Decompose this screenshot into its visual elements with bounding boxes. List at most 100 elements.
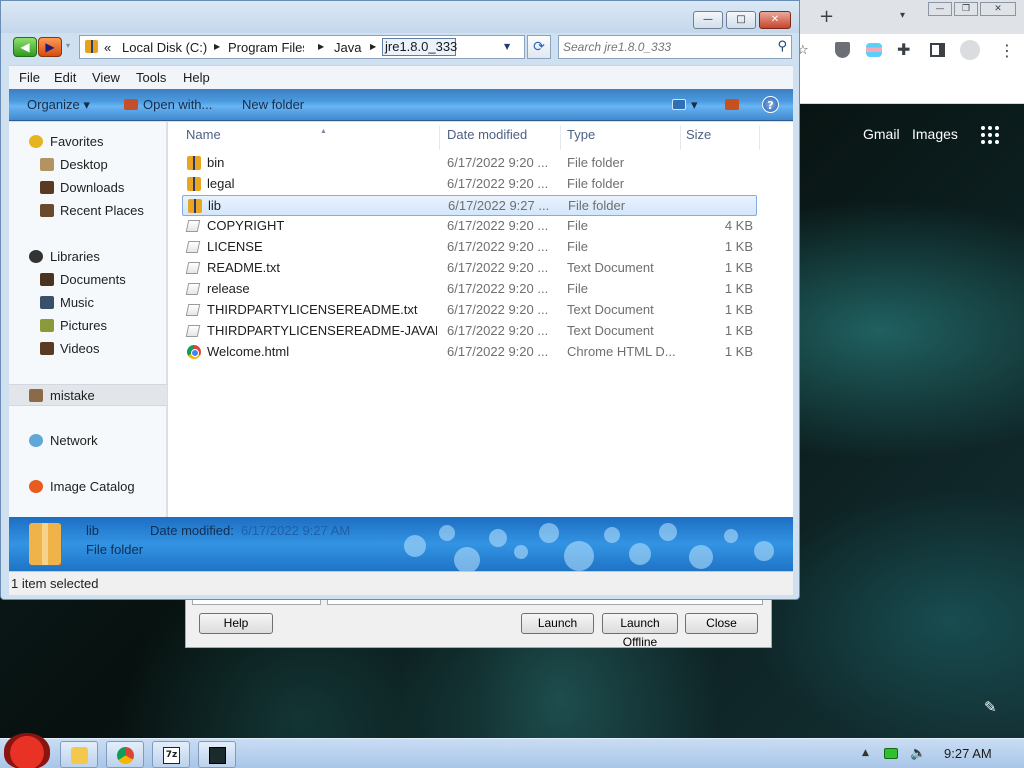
documents-icon (40, 273, 54, 286)
address-dropdown-icon[interactable]: ▼ (504, 42, 510, 51)
search-box[interactable]: ⚲ (558, 35, 792, 59)
volume-icon[interactable]: 🔈 (910, 746, 926, 761)
column-header-name[interactable]: Name ▲ (182, 126, 440, 150)
file-type: Text Document (567, 302, 654, 317)
change-view-button[interactable]: ▾ (672, 97, 698, 113)
favorites-star-icon (29, 135, 43, 148)
nav-documents[interactable]: Documents (9, 270, 167, 290)
title-bar[interactable]: — □ ✕ (1, 1, 799, 33)
taskbar-7zip-button[interactable]: 7z (152, 741, 190, 768)
new-folder-button[interactable]: New folder (242, 97, 304, 112)
google-apps-icon[interactable] (981, 126, 999, 144)
side-panel-icon[interactable] (930, 43, 945, 57)
breadcrumb-java[interactable]: Java (334, 40, 361, 55)
maximize-button[interactable]: □ (726, 11, 756, 29)
breadcrumb-arrow-icon[interactable]: ▶ (214, 42, 220, 51)
search-input[interactable] (563, 39, 763, 55)
breadcrumb-local-disk[interactable]: Local Disk (C:) (122, 40, 207, 55)
chrome-restore-icon[interactable]: ❐ (954, 2, 978, 16)
decor-bubble (489, 529, 507, 547)
launch-offline-button[interactable]: Launch Offline (602, 613, 678, 649)
nav-favorites[interactable]: Favorites (9, 132, 167, 152)
help-icon[interactable]: ? (762, 96, 779, 113)
customize-pencil-icon[interactable]: ✎ (984, 698, 997, 716)
start-button-angry-bird-icon[interactable] (4, 733, 50, 768)
battery-icon[interactable] (884, 748, 898, 759)
nav-desktop[interactable]: Desktop (9, 155, 167, 175)
nav-network[interactable]: Network (9, 431, 167, 451)
table-row[interactable]: lib 6/17/2022 9:27 ... File folder (182, 195, 757, 216)
menu-view[interactable]: View (92, 70, 120, 85)
nav-recent-places[interactable]: Recent Places (9, 201, 167, 221)
nav-mistake-label: mistake (50, 388, 95, 403)
launcher-dialog: Help Launch Launch Offline Close (185, 596, 772, 649)
refresh-button[interactable]: ⟳ (527, 35, 551, 59)
file-size: 1 KB (724, 281, 753, 296)
search-icon[interactable]: ⚲ (777, 39, 787, 54)
close-button[interactable]: Close (685, 613, 758, 634)
menu-help[interactable]: Help (183, 70, 210, 85)
table-row[interactable]: bin 6/17/2022 9:20 ... File folder (182, 153, 757, 174)
preview-pane-button[interactable] (725, 97, 744, 112)
menu-file[interactable]: File (19, 70, 40, 85)
back-button[interactable]: ◀ (13, 37, 37, 57)
nav-image-catalog[interactable]: Image Catalog (9, 477, 167, 497)
help-button[interactable]: Help (199, 613, 273, 634)
breadcrumb-arrow-icon[interactable]: ▶ (318, 42, 324, 51)
extension-flag-icon[interactable] (866, 43, 882, 57)
taskbar-explorer-button[interactable] (60, 741, 98, 768)
taskbar-clock[interactable]: 9:27 AM (944, 746, 992, 761)
chrome-minimize-icon[interactable]: — (928, 2, 952, 16)
gmail-link[interactable]: Gmail (863, 126, 900, 142)
ublock-icon[interactable] (835, 42, 850, 58)
breadcrumb-program-files[interactable]: Program Files (228, 40, 304, 55)
table-row[interactable]: THIRDPARTYLICENSEREADME-JAVAF... 6/17/202… (182, 321, 757, 342)
nav-libraries[interactable]: Libraries (9, 247, 167, 267)
file-name: lib (208, 198, 222, 213)
organize-button[interactable]: Organize ▾ (27, 97, 90, 113)
chrome-close-icon[interactable]: ✕ (980, 2, 1016, 16)
open-with-button[interactable]: Open with... (124, 97, 212, 112)
tab-search-icon[interactable]: ▾ (900, 10, 905, 21)
nav-music[interactable]: Music (9, 293, 167, 313)
column-header-size[interactable]: Size (682, 126, 760, 150)
file-name: Welcome.html (207, 344, 290, 359)
nav-libraries-label: Libraries (50, 249, 100, 264)
table-row[interactable]: README.txt 6/17/2022 9:20 ... Text Documen… (182, 258, 757, 279)
new-tab-button[interactable]: + (819, 6, 834, 27)
address-bar[interactable]: « Local Disk (C:) ▶ Program Files ▶ Java… (79, 35, 525, 59)
column-header-date[interactable]: Date modified (443, 126, 561, 150)
table-row[interactable]: COPYRIGHT 6/17/2022 9:20 ... File 4 KB (182, 216, 757, 237)
table-row[interactable]: legal 6/17/2022 9:20 ... File folder (182, 174, 757, 195)
extensions-puzzle-icon[interactable]: ✚ (897, 40, 910, 59)
nav-mistake[interactable]: mistake (9, 384, 167, 406)
nav-pictures[interactable]: Pictures (9, 316, 167, 336)
column-header-type[interactable]: Type (563, 126, 681, 150)
profile-avatar-icon[interactable] (960, 40, 980, 60)
file-name: README.txt (207, 260, 280, 275)
menu-edit[interactable]: Edit (54, 70, 76, 85)
music-icon (40, 296, 54, 309)
forward-button[interactable]: ▶ (38, 37, 62, 57)
minimize-button[interactable]: — (693, 11, 723, 29)
table-row[interactable]: LICENSE 6/17/2022 9:20 ... File 1 KB (182, 237, 757, 258)
taskbar-chrome-button[interactable] (106, 741, 144, 768)
breadcrumb-arrow-icon[interactable]: ▶ (370, 42, 376, 51)
chrome-menu-icon[interactable]: ⋮ (999, 41, 1015, 60)
menu-tools[interactable]: Tools (136, 70, 166, 85)
launch-button[interactable]: Launch (521, 613, 594, 634)
table-row[interactable]: THIRDPARTYLICENSEREADME.txt 6/17/2022 9:2… (182, 300, 757, 321)
window-close-button[interactable]: ✕ (759, 11, 791, 29)
nav-downloads[interactable]: Downloads (9, 178, 167, 198)
folder-icon (188, 199, 202, 213)
table-row[interactable]: release 6/17/2022 9:20 ... File 1 KB (182, 279, 757, 300)
breadcrumb-current[interactable]: jre1.8.0_333 (382, 38, 457, 56)
taskbar: 7z ▲ 🔈 9:27 AM (0, 733, 1024, 768)
show-hidden-icons-icon[interactable]: ▲ (862, 748, 869, 758)
breadcrumb-overflow[interactable]: « (104, 40, 111, 55)
images-link[interactable]: Images (912, 126, 958, 142)
taskbar-terminal-button[interactable] (198, 741, 236, 768)
nav-videos[interactable]: Videos (9, 339, 167, 359)
table-row[interactable]: Welcome.html 6/17/2022 9:20 ... Chrome HTM… (182, 342, 757, 363)
recent-pages-chevron-icon[interactable]: ▾ (66, 41, 70, 50)
